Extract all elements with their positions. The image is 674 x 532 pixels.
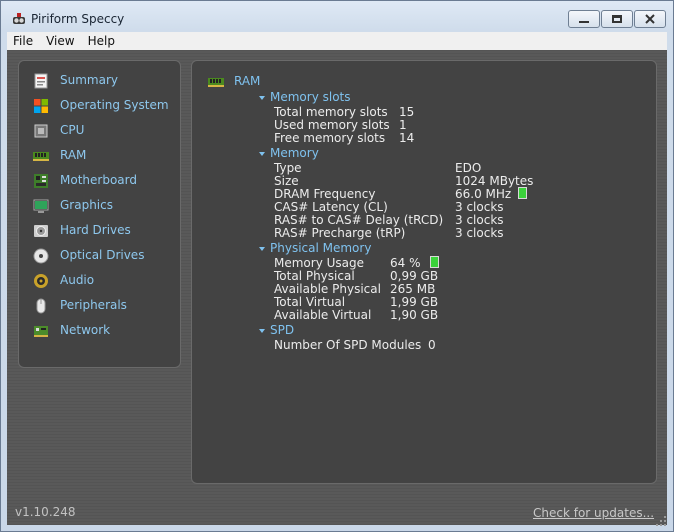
row-label: RAS# to CAS# Delay (tRCD) bbox=[274, 213, 444, 227]
row-label: Used memory slots bbox=[274, 118, 390, 132]
row-label: Number Of SPD Modules bbox=[274, 338, 422, 352]
ram-icon bbox=[33, 152, 49, 161]
sidebar-item-graphics[interactable]: Graphics bbox=[33, 196, 113, 216]
expand-arrow-icon[interactable] bbox=[259, 329, 265, 333]
sidebar-item-hard-drives[interactable]: Hard Drives bbox=[33, 221, 131, 241]
sidebar-item-label: Operating System bbox=[60, 98, 169, 112]
row-value: 1,90 GB bbox=[390, 308, 439, 322]
network-icon bbox=[34, 326, 48, 337]
sidebar-item-ram[interactable]: RAM bbox=[33, 146, 86, 166]
section-memory[interactable]: Memory bbox=[270, 146, 319, 160]
row-label: Available Virtual bbox=[274, 308, 372, 322]
minimize-button[interactable] bbox=[568, 10, 600, 28]
row-value: EDO bbox=[455, 161, 482, 175]
speccy-app-icon bbox=[13, 13, 25, 24]
section-memory-slots[interactable]: Memory slots bbox=[270, 90, 351, 104]
row-value: 64 % bbox=[390, 256, 421, 270]
sidebar-item-summary[interactable]: Summary bbox=[33, 71, 118, 91]
sidebar-item-network[interactable]: Network bbox=[33, 321, 110, 341]
sidebar-item-optical-drives[interactable]: Optical Drives bbox=[33, 246, 144, 266]
menu-view[interactable]: View bbox=[40, 34, 81, 48]
version-label: v1.10.248 bbox=[15, 505, 76, 519]
ram-icon bbox=[208, 78, 224, 87]
close-icon bbox=[645, 14, 655, 24]
sidebar-item-motherboard[interactable]: Motherboard bbox=[33, 171, 137, 191]
row-label: DRAM Frequency bbox=[274, 187, 376, 201]
row-label: Size bbox=[274, 174, 299, 188]
details-panel: RAM Memory slots Total memory slots 15 U… bbox=[191, 60, 657, 484]
sidebar-item-label: Hard Drives bbox=[60, 223, 131, 237]
minimize-icon bbox=[579, 21, 589, 23]
sidebar-item-label: Summary bbox=[60, 73, 118, 87]
menu-file[interactable]: File bbox=[7, 34, 40, 48]
sidebar-item-label: RAM bbox=[60, 148, 87, 162]
close-button[interactable] bbox=[634, 10, 666, 28]
sidebar-item-peripherals[interactable]: Peripherals bbox=[33, 296, 127, 316]
row-label: Memory Usage bbox=[274, 256, 365, 270]
hard-drive-icon bbox=[34, 225, 48, 237]
sidebar-item-audio[interactable]: Audio bbox=[33, 271, 94, 291]
row-label: RAS# Precharge (tRP) bbox=[274, 226, 406, 240]
menu-bar: File View Help bbox=[7, 32, 667, 50]
resize-grip-icon[interactable] bbox=[655, 515, 667, 527]
row-value: 1 bbox=[399, 118, 407, 132]
row-value: 3 clocks bbox=[455, 213, 504, 227]
row-label: Total Physical bbox=[274, 269, 355, 283]
disc-icon bbox=[33, 248, 49, 264]
client-area: Summary Operating System CPU RAM Motherb… bbox=[7, 50, 667, 525]
sidebar-item-label: Network bbox=[60, 323, 111, 337]
monitor-icon bbox=[33, 199, 49, 213]
row-value: 1024 MBytes bbox=[455, 174, 534, 188]
expand-arrow-icon[interactable] bbox=[259, 247, 265, 251]
section-physical-memory[interactable]: Physical Memory bbox=[270, 241, 371, 255]
row-value: 3 clocks bbox=[455, 226, 504, 240]
windows-logo-icon bbox=[34, 99, 48, 113]
row-value: 15 bbox=[399, 105, 415, 119]
row-label: Total Virtual bbox=[274, 295, 346, 309]
maximize-icon bbox=[612, 15, 622, 23]
row-value: 1,99 GB bbox=[390, 295, 439, 309]
expand-arrow-icon[interactable] bbox=[259, 96, 265, 100]
row-value: 265 MB bbox=[390, 282, 436, 296]
row-value: 3 clocks bbox=[455, 200, 504, 214]
menu-help[interactable]: Help bbox=[82, 34, 122, 48]
cpu-icon bbox=[34, 124, 48, 138]
row-label: Total memory slots bbox=[274, 105, 388, 119]
window-title: Piriform Speccy bbox=[31, 12, 125, 26]
sidebar-item-label: Peripherals bbox=[60, 298, 127, 312]
section-spd[interactable]: SPD bbox=[270, 323, 294, 337]
panel-heading: RAM bbox=[234, 74, 261, 88]
usage-indicator-icon bbox=[430, 256, 439, 268]
sidebar-item-label: Graphics bbox=[60, 198, 113, 212]
expand-arrow-icon[interactable] bbox=[259, 152, 265, 156]
sidebar: Summary Operating System CPU RAM Motherb… bbox=[18, 60, 181, 368]
row-label: CAS# Latency (CL) bbox=[274, 200, 388, 214]
sidebar-item-cpu[interactable]: CPU bbox=[33, 121, 84, 141]
row-label: Available Physical bbox=[274, 282, 381, 296]
row-value: 0 bbox=[428, 338, 436, 352]
frequency-indicator-icon bbox=[518, 187, 527, 199]
sidebar-item-label: Optical Drives bbox=[60, 248, 145, 262]
check-updates-link[interactable]: Check for updates... bbox=[533, 506, 654, 520]
summary-icon bbox=[34, 73, 48, 89]
row-value: 14 bbox=[399, 131, 415, 145]
sidebar-item-operating-system[interactable]: Operating System bbox=[33, 96, 169, 116]
sidebar-item-label: CPU bbox=[60, 123, 85, 137]
motherboard-icon bbox=[34, 174, 48, 188]
speaker-icon bbox=[34, 274, 48, 288]
sidebar-item-label: Audio bbox=[60, 273, 95, 287]
sidebar-item-label: Motherboard bbox=[60, 173, 137, 187]
title-bar[interactable]: Piriform Speccy bbox=[1, 1, 673, 32]
maximize-button[interactable] bbox=[601, 10, 633, 28]
mouse-icon bbox=[36, 298, 46, 314]
app-window: Piriform Speccy File View Help Summary O… bbox=[0, 0, 674, 532]
row-value: 66.0 MHz bbox=[455, 187, 512, 201]
row-label: Type bbox=[274, 161, 302, 175]
row-value: 0,99 GB bbox=[390, 269, 439, 283]
row-label: Free memory slots bbox=[274, 131, 386, 145]
